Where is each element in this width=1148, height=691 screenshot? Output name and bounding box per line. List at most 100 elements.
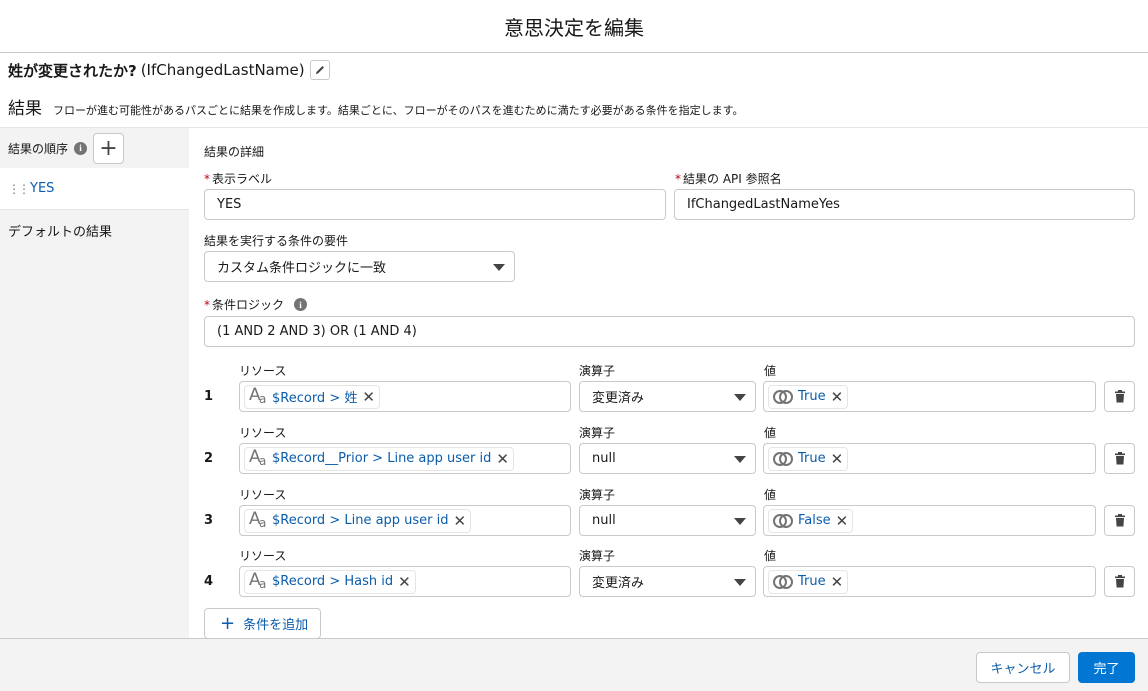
condition-number: 2 — [204, 451, 214, 466]
text-type-icon: Aa — [249, 508, 267, 530]
close-icon[interactable]: ✕ — [836, 512, 849, 530]
value-label: 値 — [764, 426, 777, 440]
operator-label: 演算子 — [579, 549, 616, 563]
outcomes-header: 結果 フローが進む可能性があるパスごとに結果を作成します。結果ごとに、フローがそ… — [8, 94, 743, 119]
info-icon[interactable]: i — [294, 298, 308, 311]
drag-handle-icon[interactable]: ⋮⋮ — [8, 182, 30, 196]
resource-input[interactable]: Aa $Record > Hash id ✕ — [239, 566, 571, 597]
add-condition-button[interactable]: + 条件を追加 — [204, 608, 321, 639]
api-name-input[interactable]: IfChangedLastNameYes — [674, 189, 1135, 220]
logic-field-label: * 条件ロジック i — [204, 296, 308, 313]
condition-row: 4 リソース 演算子 値 Aa $Record > Hash id ✕ 変更済み… — [189, 547, 1148, 609]
condition-value: True — [798, 389, 826, 404]
trash-icon — [1114, 514, 1125, 527]
outcomes-description: フローが進む可能性があるパスごとに結果を作成します。結果ごとに、フローがそのパス… — [53, 104, 744, 117]
outcomes-heading: 結果 — [8, 99, 42, 119]
delete-condition-button[interactable] — [1104, 443, 1135, 474]
close-icon[interactable]: ✕ — [831, 573, 844, 591]
operator-value: null — [592, 513, 616, 528]
condition-value: True — [798, 574, 826, 589]
operator-label: 演算子 — [579, 426, 616, 440]
resource-label: リソース — [239, 364, 287, 378]
operator-select[interactable]: null — [579, 505, 756, 536]
resource-label: リソース — [239, 488, 287, 502]
value-pill: True ✕ — [768, 446, 849, 471]
plus-icon: + — [99, 135, 118, 161]
close-icon[interactable]: ✕ — [831, 450, 844, 468]
requirement-label: 結果を実行する条件の要件 — [204, 234, 349, 248]
done-button[interactable]: 完了 — [1078, 652, 1135, 683]
modal-footer: キャンセル 完了 — [0, 638, 1148, 691]
text-type-icon: Aa — [249, 384, 267, 406]
operator-select[interactable]: 変更済み — [579, 566, 756, 597]
close-icon[interactable]: ✕ — [454, 512, 467, 530]
trash-icon — [1114, 390, 1125, 403]
element-title-row: 姓が変更されたか? (IfChangedLastName) — [8, 58, 330, 82]
operator-value: 変更済み — [592, 391, 645, 406]
resource-value: $Record > 姓 — [272, 391, 358, 406]
edit-element-button[interactable] — [309, 60, 330, 80]
boolean-icon — [773, 451, 793, 466]
requirement-value: カスタム条件ロジックに一致 — [217, 261, 387, 276]
resource-value: $Record > Hash id — [272, 574, 394, 589]
value-input[interactable]: True ✕ — [763, 381, 1096, 412]
operator-select[interactable]: 変更済み — [579, 381, 756, 412]
delete-condition-button[interactable] — [1104, 566, 1135, 597]
info-icon[interactable]: i — [74, 141, 88, 155]
label-field-label: * 表示ラベル — [204, 172, 273, 186]
trash-icon — [1114, 452, 1125, 465]
delete-condition-button[interactable] — [1104, 505, 1135, 536]
resource-input[interactable]: Aa $Record > 姓 ✕ — [239, 381, 571, 412]
operator-value: null — [592, 451, 616, 466]
resource-input[interactable]: Aa $Record > Line app user id ✕ — [239, 505, 571, 536]
trash-icon — [1114, 575, 1125, 588]
value-input[interactable]: False ✕ — [763, 505, 1096, 536]
element-label: 姓が変更されたか? — [8, 61, 137, 80]
label-input[interactable]: YES — [204, 189, 666, 220]
requirement-select[interactable]: カスタム条件ロジックに一致 — [204, 251, 515, 282]
resource-input[interactable]: Aa $Record__Prior > Line app user id ✕ — [239, 443, 571, 474]
close-icon[interactable]: ✕ — [362, 388, 375, 406]
condition-number: 3 — [204, 513, 214, 528]
add-condition-label: 条件を追加 — [243, 618, 309, 633]
text-type-icon: Aa — [249, 569, 267, 591]
boolean-icon — [773, 574, 793, 589]
boolean-icon — [773, 513, 793, 528]
modal-title: 意思決定を編集 — [504, 15, 644, 40]
outcome-sidebar: 結果の順序 i + ⋮⋮ YES デフォルトの結果 — [0, 127, 189, 638]
details-title: 結果の詳細 — [204, 145, 265, 159]
cancel-button[interactable]: キャンセル — [976, 652, 1070, 683]
value-label: 値 — [764, 364, 777, 378]
outcome-order-header: 結果の順序 i + — [0, 128, 189, 168]
value-input[interactable]: True ✕ — [763, 566, 1096, 597]
close-icon[interactable]: ✕ — [831, 388, 844, 406]
resource-pill: Aa $Record > Line app user id ✕ — [244, 508, 472, 533]
resource-pill: Aa $Record > Hash id ✕ — [244, 569, 416, 594]
logic-input[interactable]: (1 AND 2 AND 3) OR (1 AND 4) — [204, 316, 1135, 347]
resource-label: リソース — [239, 549, 287, 563]
close-icon[interactable]: ✕ — [496, 450, 509, 468]
condition-row: 3 リソース 演算子 値 Aa $Record > Line app user … — [189, 486, 1148, 548]
sidebar-item-default-outcome[interactable]: デフォルトの結果 — [0, 210, 189, 250]
operator-select[interactable]: null — [579, 443, 756, 474]
operator-label: 演算子 — [579, 488, 616, 502]
chevron-down-icon — [734, 518, 746, 525]
value-label: 値 — [764, 549, 777, 563]
value-input[interactable]: True ✕ — [763, 443, 1096, 474]
sidebar-item-yes[interactable]: ⋮⋮ YES — [0, 168, 189, 210]
value-label: 値 — [764, 488, 777, 502]
close-icon[interactable]: ✕ — [398, 573, 411, 591]
resource-pill: Aa $Record > 姓 ✕ — [244, 384, 380, 409]
add-outcome-button[interactable]: + — [93, 132, 125, 164]
text-type-icon: Aa — [249, 446, 267, 468]
boolean-icon — [773, 389, 793, 404]
value-pill: True ✕ — [768, 384, 849, 409]
delete-condition-button[interactable] — [1104, 381, 1135, 412]
operator-label: 演算子 — [579, 364, 616, 378]
condition-value: True — [798, 451, 826, 466]
modal-header: 意思決定を編集 — [0, 0, 1148, 53]
outcome-order-label: 結果の順序 — [8, 141, 69, 156]
value-pill: False ✕ — [768, 508, 854, 533]
condition-number: 1 — [204, 389, 214, 404]
condition-row: 1 リソース 演算子 値 Aa $Record > 姓 ✕ 変更済み True … — [189, 362, 1148, 424]
